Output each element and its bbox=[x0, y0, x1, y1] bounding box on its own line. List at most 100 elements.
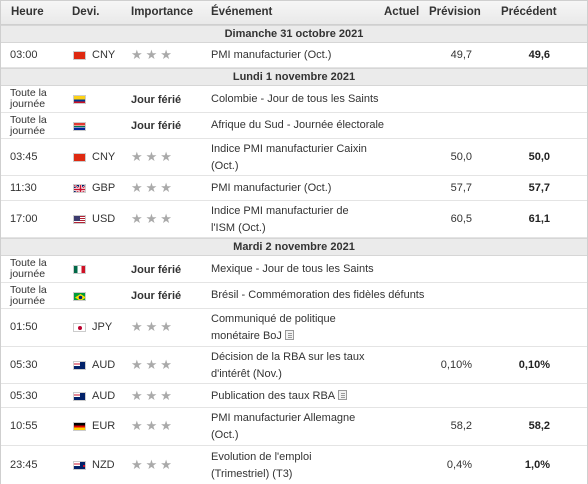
event-time: 05:30 bbox=[10, 359, 38, 371]
event-time: 05:30 bbox=[10, 390, 38, 402]
event-time: 03:45 bbox=[10, 151, 38, 163]
previous-value: 0,10% bbox=[518, 359, 550, 371]
holiday-label: Jour férié bbox=[131, 94, 182, 106]
forecast-value: 60,5 bbox=[450, 213, 472, 225]
brazil-flag-icon bbox=[73, 292, 86, 301]
importance-stars: ★★★ bbox=[131, 457, 175, 472]
importance-stars: ★★★ bbox=[131, 357, 175, 372]
holiday-label: Jour férié bbox=[131, 264, 182, 276]
forecast-value: 0,4% bbox=[446, 459, 472, 471]
event-name[interactable]: Indice PMI manufacturier Caixin (Oct.) bbox=[211, 141, 391, 175]
importance-stars: ★★★ bbox=[131, 418, 175, 433]
importance-stars: ★★★ bbox=[131, 149, 175, 164]
event-time: 01:50 bbox=[10, 321, 38, 333]
china-flag-icon bbox=[73, 153, 86, 162]
importance-stars: ★★★ bbox=[131, 180, 175, 195]
event-name[interactable]: Colombie - Jour de tous les Saints bbox=[211, 91, 391, 108]
forecast-value: 50,0 bbox=[450, 151, 472, 163]
forecast-value: 49,7 bbox=[450, 49, 472, 61]
table-row[interactable]: 23:45 NZD ★★★ Evolution de l'emploi (Trim… bbox=[1, 446, 587, 484]
importance-stars: ★★★ bbox=[131, 319, 175, 334]
holiday-label: Jour férié bbox=[131, 290, 182, 302]
importance-stars: ★★★ bbox=[131, 211, 175, 226]
table-row[interactable]: 03:45 CNY ★★★ Indice PMI manufacturier C… bbox=[1, 139, 587, 176]
previous-value: 61,1 bbox=[528, 213, 550, 225]
south-africa-flag-icon bbox=[73, 122, 86, 131]
economic-calendar: Heure Devi. Importance Événement Actuel … bbox=[0, 0, 588, 484]
previous-value: 1,0% bbox=[524, 459, 550, 471]
currency-code: EUR bbox=[92, 420, 116, 432]
australia-flag-icon bbox=[73, 392, 86, 401]
event-time: 11:30 bbox=[10, 182, 37, 194]
table-row[interactable]: 01:50 JPY ★★★ Communiqué de politique mon… bbox=[1, 309, 587, 347]
header-event[interactable]: Événement bbox=[211, 6, 272, 18]
table-header: Heure Devi. Importance Événement Actuel … bbox=[1, 0, 587, 25]
forecast-value: 0,10% bbox=[440, 359, 472, 371]
previous-value: 50,0 bbox=[528, 151, 550, 163]
event-time: 23:45 bbox=[10, 459, 38, 471]
event-name[interactable]: Publication des taux RBA bbox=[211, 388, 391, 405]
header-forecast[interactable]: Prévision bbox=[429, 6, 481, 18]
us-flag-icon bbox=[73, 215, 86, 224]
table-row[interactable]: Toute la journée Jour férié Afrique du Su… bbox=[1, 113, 587, 139]
currency-code: AUD bbox=[92, 359, 116, 371]
event-name[interactable]: PMI manufacturier (Oct.) bbox=[211, 180, 391, 197]
event-name[interactable]: Evolution de l'emploi (Trimestriel) (T3) bbox=[211, 449, 391, 483]
currency-code: NZD bbox=[92, 459, 115, 471]
holiday-label: Jour férié bbox=[131, 120, 182, 132]
document-icon[interactable] bbox=[338, 390, 348, 400]
germany-flag-icon bbox=[73, 422, 86, 431]
header-time[interactable]: Heure bbox=[11, 6, 44, 18]
currency-code: CNY bbox=[92, 49, 116, 61]
header-importance[interactable]: Importance bbox=[131, 6, 193, 18]
uk-flag-icon bbox=[73, 184, 86, 193]
previous-value: 49,6 bbox=[528, 49, 550, 61]
currency-code: AUD bbox=[92, 390, 116, 402]
event-name[interactable]: Communiqué de politique monétaire BoJ bbox=[211, 311, 391, 345]
header-actual[interactable]: Actuel bbox=[384, 6, 419, 18]
importance-stars: ★★★ bbox=[131, 388, 175, 403]
table-row[interactable]: Toute la journée Jour férié Brésil - Comm… bbox=[1, 283, 587, 309]
day-separator: Mardi 2 novembre 2021 bbox=[1, 238, 587, 256]
event-name[interactable]: Mexique - Jour de tous les Saints bbox=[211, 261, 391, 278]
mexico-flag-icon bbox=[73, 265, 86, 274]
previous-value: 58,2 bbox=[528, 420, 550, 432]
table-row[interactable]: 05:30 AUD ★★★ Décision de la RBA sur les… bbox=[1, 347, 587, 384]
colombia-flag-icon bbox=[73, 95, 86, 104]
forecast-value: 58,2 bbox=[450, 420, 472, 432]
event-name[interactable]: PMI manufacturier Allemagne (Oct.) bbox=[211, 410, 391, 444]
forecast-value: 57,7 bbox=[450, 182, 472, 194]
table-row[interactable]: 17:00 USD ★★★ Indice PMI manufacturier d… bbox=[1, 201, 587, 238]
event-time: Toute la journée bbox=[10, 114, 47, 137]
table-row[interactable]: Toute la journée Jour férié Colombie - Jo… bbox=[1, 86, 587, 113]
event-name[interactable]: Décision de la RBA sur les taux d'intérêt… bbox=[211, 349, 391, 383]
table-row[interactable]: 05:30 AUD ★★★ Publication des taux RBA bbox=[1, 384, 587, 408]
event-time: 10:55 bbox=[10, 420, 38, 432]
event-time: Toute la journée bbox=[10, 284, 47, 307]
new-zealand-flag-icon bbox=[73, 461, 86, 470]
importance-stars: ★★★ bbox=[131, 47, 175, 62]
china-flag-icon bbox=[73, 51, 86, 60]
currency-code: JPY bbox=[92, 321, 113, 333]
japan-flag-icon bbox=[73, 323, 86, 332]
currency-code: GBP bbox=[92, 182, 116, 194]
document-icon[interactable] bbox=[284, 330, 294, 340]
event-time: 03:00 bbox=[10, 49, 38, 61]
table-row[interactable]: 11:30 GBP ★★★ PMI manufacturier (Oct.) 5… bbox=[1, 176, 587, 201]
event-time: Toute la journée bbox=[10, 87, 47, 110]
event-time: 17:00 bbox=[10, 213, 38, 225]
header-previous[interactable]: Précédent bbox=[501, 6, 557, 18]
table-row[interactable]: 10:55 EUR ★★★ PMI manufacturier Allemagn… bbox=[1, 408, 587, 446]
event-name[interactable]: Indice PMI manufacturier de l'ISM (Oct.) bbox=[211, 203, 391, 237]
header-currency[interactable]: Devi. bbox=[72, 6, 100, 18]
australia-flag-icon bbox=[73, 361, 86, 370]
event-name[interactable]: Afrique du Sud - Journée électorale bbox=[211, 117, 391, 134]
table-row[interactable]: 03:00 CNY ★★★ PMI manufacturier (Oct.) 4… bbox=[1, 43, 587, 68]
day-separator: Dimanche 31 octobre 2021 bbox=[1, 25, 587, 43]
day-separator: Lundi 1 novembre 2021 bbox=[1, 68, 587, 86]
currency-code: CNY bbox=[92, 151, 116, 163]
event-time: Toute la journée bbox=[10, 257, 47, 280]
table-row[interactable]: Toute la journée Jour férié Mexique - Jou… bbox=[1, 256, 587, 283]
event-name[interactable]: Brésil - Commémoration des fidèles défun… bbox=[211, 287, 451, 304]
event-name[interactable]: PMI manufacturier (Oct.) bbox=[211, 47, 391, 64]
